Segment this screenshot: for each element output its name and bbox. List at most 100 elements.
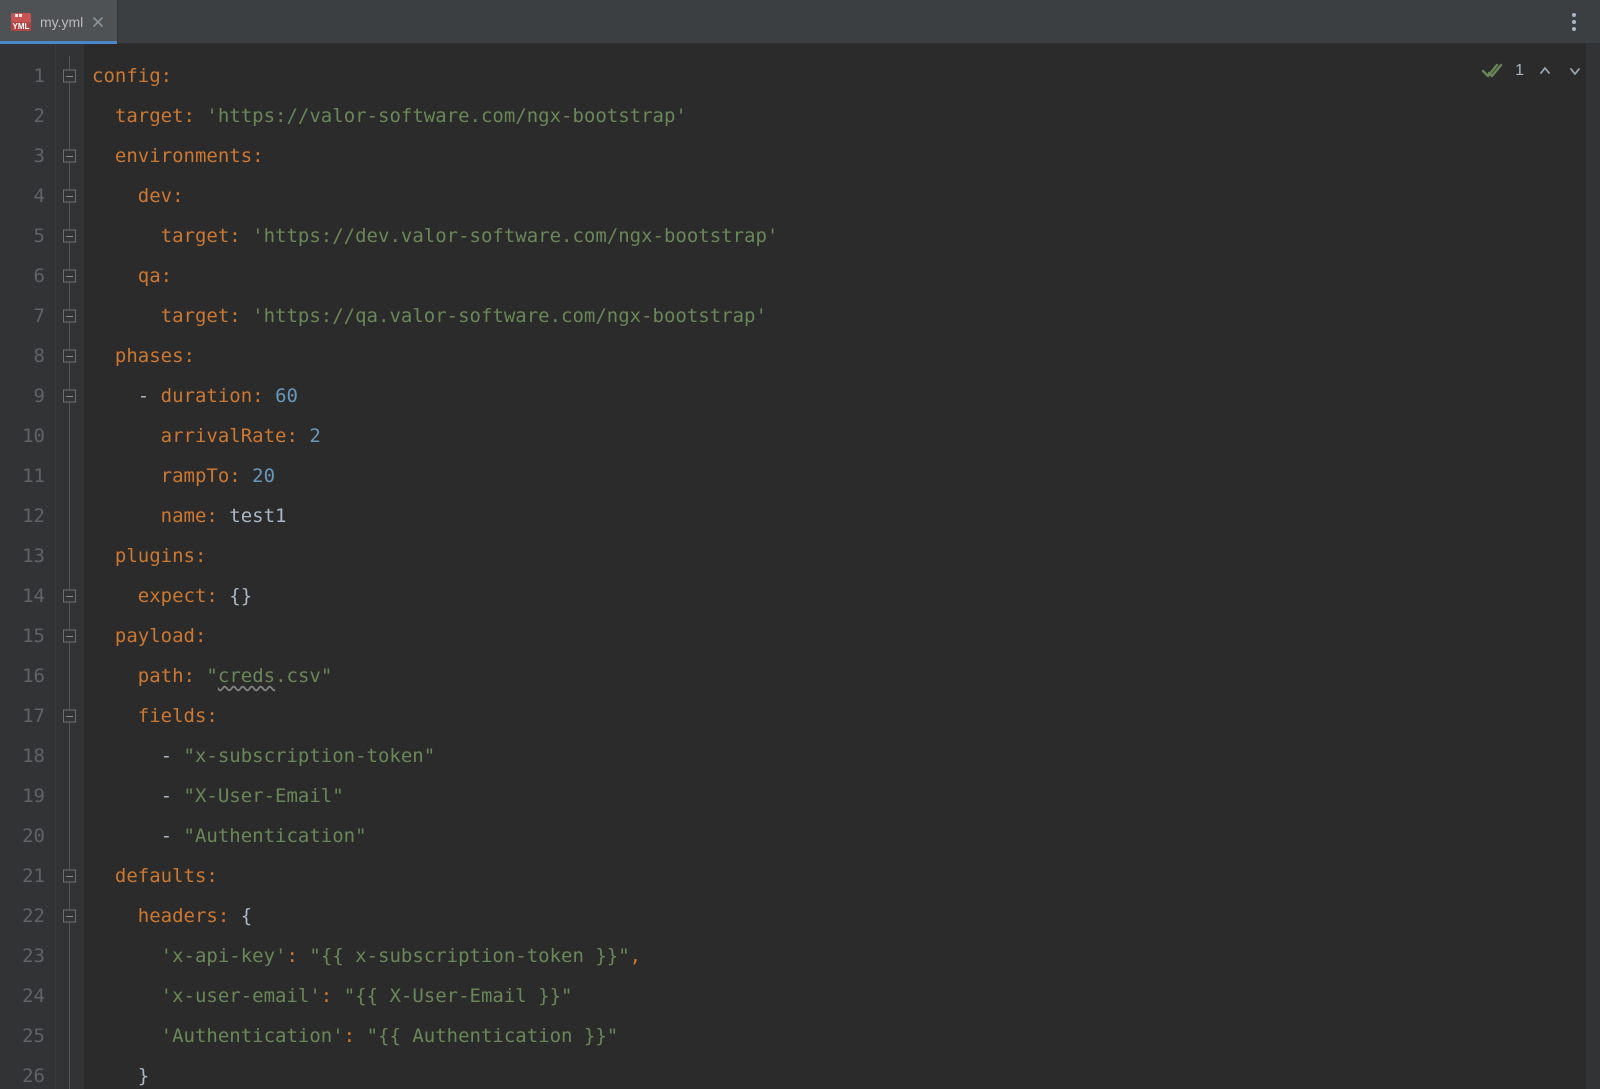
code-line[interactable]: dev: [92,176,1600,216]
code-token: - [161,825,184,847]
code-token [92,465,161,487]
fold-cell [56,536,84,576]
fold-cell [56,976,84,1016]
code-token: 'x-user-email' [161,985,321,1007]
fold-cell [56,496,84,536]
more-actions-button[interactable] [1560,8,1588,36]
code-line[interactable]: } [92,1056,1600,1089]
file-tab-my-yml[interactable]: YML my.yml [0,0,118,43]
code-line[interactable]: 'Authentication': "{{ Authentication }}" [92,1016,1600,1056]
code-line[interactable]: payload: [92,616,1600,656]
line-number: 17 [0,696,45,736]
code-line[interactable]: 'x-api-key': "{{ x-subscription-token }}… [92,936,1600,976]
code-token [92,945,161,967]
code-token [92,745,161,767]
fold-toggle[interactable] [63,870,76,883]
code-token: duration [161,385,253,407]
line-number: 16 [0,656,45,696]
code-token: target [161,305,230,327]
inspections-widget[interactable]: 1 [1481,62,1584,80]
code-token: : [344,1025,367,1047]
scrollbar-rail[interactable] [1586,44,1600,1089]
fold-cell [56,336,84,376]
line-number: 8 [0,336,45,376]
fold-cell [56,936,84,976]
code-line[interactable]: environments: [92,136,1600,176]
code-editor[interactable]: 1234567891011121314151617181920212223242… [0,44,1600,1089]
fold-toggle[interactable] [63,630,76,643]
fold-cell [56,816,84,856]
code-line[interactable]: qa: [92,256,1600,296]
code-token: : [218,905,241,927]
fold-cell [56,176,84,216]
code-line[interactable]: target: 'https://dev.valor-software.com/… [92,216,1600,256]
code-token: : [252,385,275,407]
code-line[interactable]: rampTo: 20 [92,456,1600,496]
line-number: 12 [0,496,45,536]
fold-toggle[interactable] [63,350,76,363]
code-token: } [138,1065,149,1087]
code-line[interactable]: defaults: [92,856,1600,896]
code-line[interactable]: - "X-User-Email" [92,776,1600,816]
code-line[interactable]: - "x-subscription-token" [92,736,1600,776]
fold-toggle[interactable] [63,910,76,923]
code-token [92,865,115,887]
code-token: " [206,665,217,687]
code-token: creds [218,665,275,687]
fold-toggle[interactable] [63,390,76,403]
fold-toggle[interactable] [63,310,76,323]
code-token: 'https://dev.valor-software.com/ngx-boot… [252,225,778,247]
inspection-ok-icon [1481,62,1503,80]
code-token [92,345,115,367]
next-highlight-button[interactable] [1566,64,1584,78]
fold-toggle[interactable] [63,230,76,243]
line-number: 4 [0,176,45,216]
line-number: 26 [0,1056,45,1089]
code-line[interactable]: - duration: 60 [92,376,1600,416]
code-token [92,505,161,527]
fold-cell [56,656,84,696]
code-line[interactable]: name: test1 [92,496,1600,536]
fold-toggle[interactable] [63,150,76,163]
code-line[interactable]: plugins: [92,536,1600,576]
code-token: qa [138,265,161,287]
line-number: 11 [0,456,45,496]
code-line[interactable]: fields: [92,696,1600,736]
line-number: 24 [0,976,45,1016]
code-token: : [195,545,206,567]
code-line[interactable]: phases: [92,336,1600,376]
code-token: test1 [229,505,286,527]
code-token: {} [229,585,252,607]
code-token: "x-subscription-token" [184,745,436,767]
code-line[interactable]: 'x-user-email': "{{ X-User-Email }}" [92,976,1600,1016]
fold-toggle[interactable] [63,70,76,83]
code-token: plugins [115,545,195,567]
code-line[interactable]: expect: {} [92,576,1600,616]
line-number: 10 [0,416,45,456]
code-line[interactable]: - "Authentication" [92,816,1600,856]
fold-toggle[interactable] [63,590,76,603]
inspection-count: 1 [1515,62,1524,80]
code-token [92,265,138,287]
fold-toggle[interactable] [63,190,76,203]
fold-toggle[interactable] [63,710,76,723]
fold-gutter[interactable] [56,44,84,1089]
code-area[interactable]: config: target: 'https://valor-software.… [84,44,1600,1089]
line-number: 6 [0,256,45,296]
prev-highlight-button[interactable] [1536,64,1554,78]
code-token: payload [115,625,195,647]
code-line[interactable]: target: 'https://qa.valor-software.com/n… [92,296,1600,336]
code-token: expect [138,585,207,607]
code-token [92,305,161,327]
line-number: 22 [0,896,45,936]
fold-cell [56,616,84,656]
fold-toggle[interactable] [63,270,76,283]
fold-cell [56,56,84,96]
close-tab-button[interactable] [91,15,105,29]
code-line[interactable]: config: [92,56,1600,96]
code-line[interactable]: path: "creds.csv" [92,656,1600,696]
code-line[interactable]: target: 'https://valor-software.com/ngx-… [92,96,1600,136]
code-line[interactable]: headers: { [92,896,1600,936]
code-token: : [206,865,217,887]
code-line[interactable]: arrivalRate: 2 [92,416,1600,456]
